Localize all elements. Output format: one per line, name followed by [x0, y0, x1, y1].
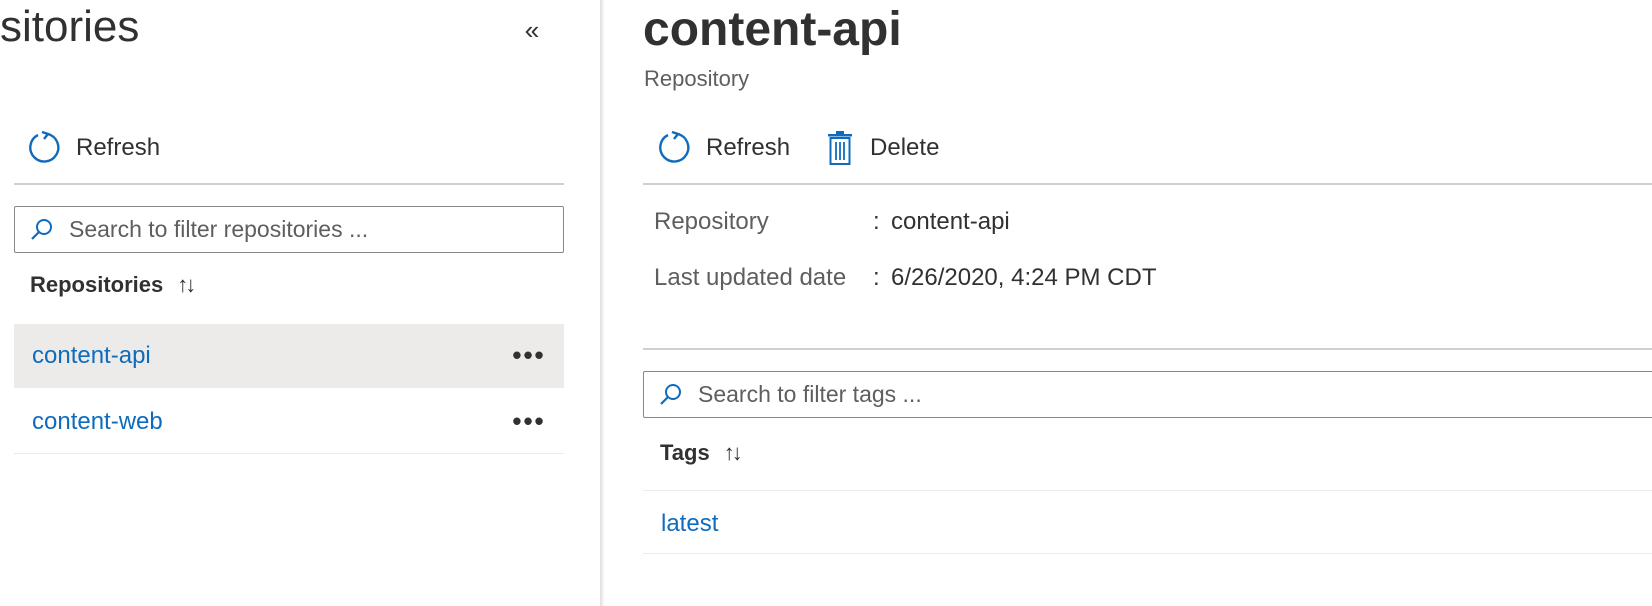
- delete-label: Delete: [870, 134, 940, 161]
- delete-button[interactable]: Delete: [820, 128, 939, 168]
- property-label: Repository: [654, 208, 769, 235]
- repo-link[interactable]: content-web: [32, 408, 504, 436]
- refresh-icon: [656, 128, 696, 168]
- property-label: Last updated date: [654, 264, 847, 291]
- left-pane: sitories « Refresh Repositories ↑↓ conte…: [0, 0, 570, 606]
- collapse-icon[interactable]: «: [516, 14, 548, 46]
- tag-row-latest[interactable]: latest: [643, 494, 1652, 554]
- page-title: content-api: [643, 3, 902, 56]
- repo-search-box[interactable]: [14, 206, 564, 253]
- repo-row-content-api[interactable]: content-api •••: [14, 324, 564, 388]
- left-refresh-button[interactable]: Refresh: [26, 128, 160, 168]
- more-icon[interactable]: •••: [504, 406, 554, 437]
- section-divider: [643, 348, 1652, 350]
- tags-column-header[interactable]: Tags ↑↓: [660, 440, 743, 466]
- search-icon: [654, 378, 688, 412]
- property-value: 6/26/2020, 4:24 PM CDT: [891, 264, 1157, 291]
- refresh-icon: [26, 128, 66, 168]
- tag-search-box[interactable]: [643, 371, 1652, 418]
- toolbar-divider: [14, 183, 564, 185]
- repo-row-content-web[interactable]: content-web •••: [14, 390, 564, 454]
- more-icon[interactable]: •••: [504, 340, 554, 371]
- repo-link[interactable]: content-api: [32, 342, 504, 370]
- left-refresh-label: Refresh: [76, 134, 161, 161]
- detail-toolbar: Refresh Delete: [656, 128, 969, 168]
- repositories-header-label: Repositories: [30, 272, 164, 297]
- repositories-column-header[interactable]: Repositories ↑↓: [30, 272, 196, 298]
- table-header-divider: [643, 490, 1652, 491]
- tag-search-input[interactable]: [696, 380, 1652, 409]
- sort-icon[interactable]: ↑↓: [724, 440, 743, 466]
- toolbar-divider: [643, 183, 1652, 185]
- pane-divider: [600, 0, 604, 606]
- repo-search-input[interactable]: [67, 215, 563, 244]
- delete-icon: [820, 128, 860, 168]
- left-pane-title: sitories: [0, 2, 140, 51]
- tag-link[interactable]: latest: [661, 510, 718, 538]
- sort-icon[interactable]: ↑↓: [177, 272, 196, 298]
- property-colon: :: [873, 208, 880, 235]
- refresh-label: Refresh: [706, 134, 791, 161]
- search-icon: [25, 213, 59, 247]
- page-subtitle: Repository: [644, 66, 750, 91]
- tags-header-label: Tags: [660, 440, 710, 465]
- refresh-button[interactable]: Refresh: [656, 128, 790, 168]
- property-value: content-api: [891, 208, 1010, 235]
- property-colon: :: [873, 264, 880, 291]
